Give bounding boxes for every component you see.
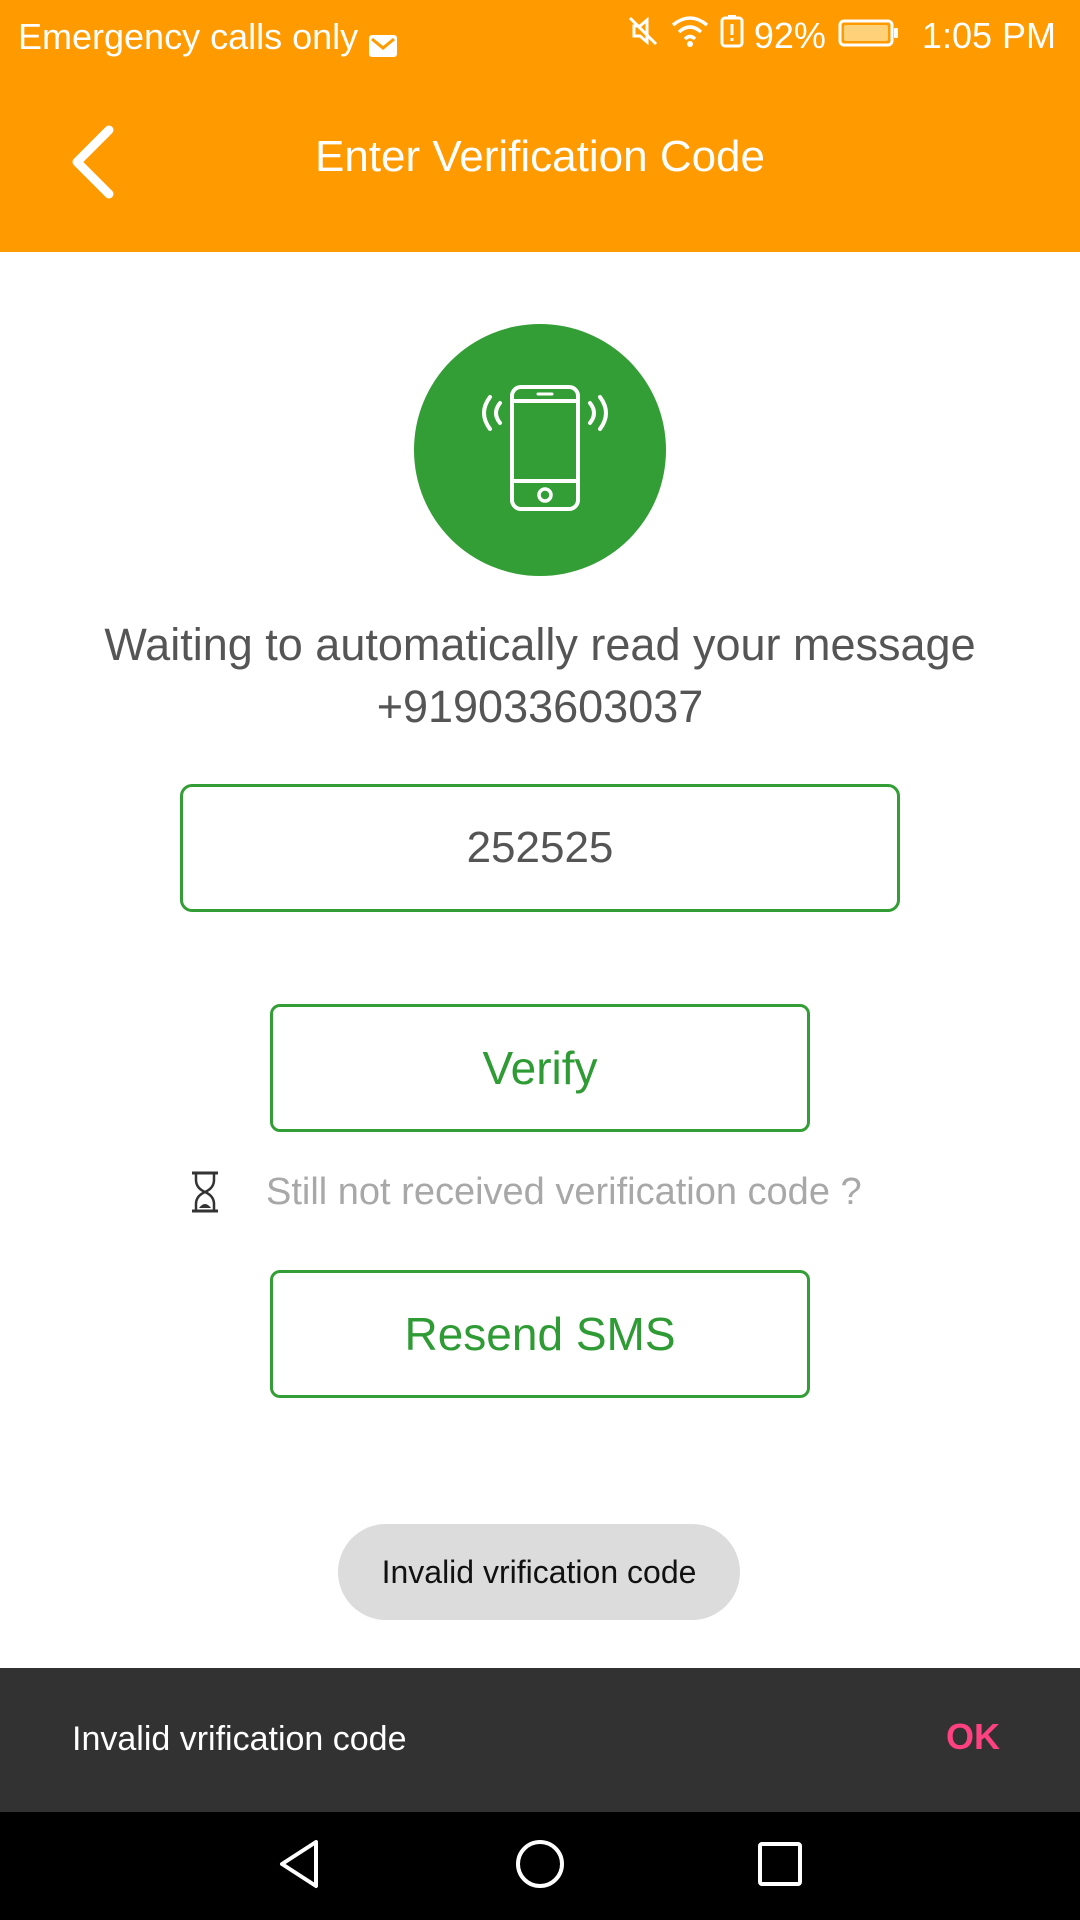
page-title: Enter Verification Code	[314, 132, 766, 181]
hourglass-icon	[184, 1170, 226, 1214]
not-received-text: Still not received verification code ?	[266, 1170, 862, 1213]
nav-home-button[interactable]	[508, 1834, 572, 1898]
snackbar-ok-button[interactable]: OK	[946, 1716, 1000, 1758]
circle-home-icon	[512, 1836, 568, 1897]
triangle-back-icon	[272, 1836, 328, 1897]
verification-screen: Emergency calls only 92% 1:05 PM Enter V…	[0, 0, 1080, 1920]
battery-alert-icon	[720, 14, 744, 57]
status-left: Emergency calls only	[18, 16, 398, 58]
wifi-icon	[670, 14, 710, 57]
system-nav-bar	[0, 1812, 1080, 1920]
battery-percent: 92%	[753, 14, 826, 56]
not-received-row: Still not received verification code ?	[184, 1166, 862, 1218]
nav-recents-button[interactable]	[748, 1834, 812, 1898]
verification-code-input[interactable]	[180, 784, 900, 912]
phone-illustration	[414, 324, 666, 576]
verify-button[interactable]: Verify	[270, 1004, 810, 1132]
carrier-text: Emergency calls only	[18, 16, 359, 57]
status-time: 1:05 PM	[921, 14, 1056, 56]
resend-sms-button[interactable]: Resend SMS	[270, 1270, 810, 1398]
mail-icon	[368, 25, 398, 57]
battery-icon	[838, 15, 900, 57]
snackbar-text: Invalid vrification code	[72, 1720, 407, 1758]
snackbar: Invalid vrification code OK	[0, 1668, 1080, 1812]
nav-back-button[interactable]	[268, 1834, 332, 1898]
square-recents-icon	[752, 1836, 808, 1897]
status-right: 92% 1:05 PM	[626, 14, 1056, 57]
waiting-message: Waiting to automatically read your messa…	[40, 614, 1040, 738]
app-bar: Enter Verification Code	[0, 74, 1080, 252]
toast-message: Invalid vrification code	[338, 1524, 740, 1620]
phone-number: +919033603037	[376, 681, 704, 732]
status-bar: Emergency calls only 92% 1:05 PM	[0, 0, 1080, 74]
mute-icon	[626, 14, 660, 57]
waiting-line: Waiting to automatically read your messa…	[104, 619, 976, 670]
phone-vibrate-icon	[470, 383, 610, 518]
